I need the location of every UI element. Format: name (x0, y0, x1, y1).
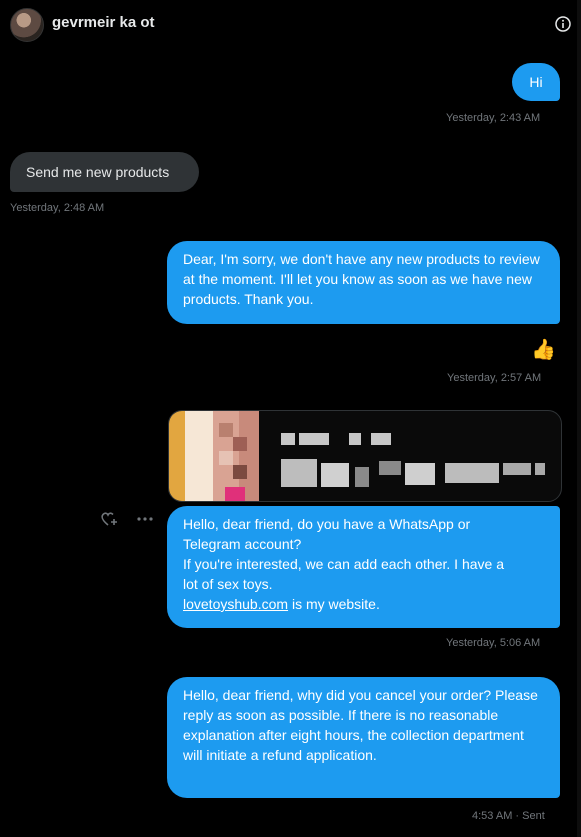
blurred-title (281, 433, 295, 445)
blurred-description (379, 461, 401, 475)
blurred-description (355, 467, 369, 487)
message-bubble-outgoing[interactable]: Hello, dear friend, why did you cancel y… (167, 677, 560, 798)
more-dots-icon[interactable] (136, 516, 154, 522)
scrollbar[interactable] (577, 0, 581, 837)
blurred-description (405, 463, 435, 485)
message-line: lovetoyshub.com is my website. (183, 594, 544, 614)
message-timestamp: Yesterday, 2:43 AM (446, 112, 541, 124)
message-timestamp: 4:53 AM · Sent (472, 810, 545, 822)
heart-add-icon[interactable] (100, 511, 120, 527)
message-line: Telegram account? (183, 536, 302, 552)
conversation-header: gevrmeir ka ot (0, 0, 581, 50)
preview-thumbnail (169, 411, 259, 501)
blurred-description (503, 463, 531, 475)
message-line: lot of sex toys. (183, 576, 273, 592)
blurred-description (281, 459, 317, 487)
blurred-title (349, 433, 361, 445)
message-bubble-incoming[interactable]: Send me new products (10, 152, 199, 192)
avatar[interactable] (10, 8, 44, 42)
message-line: If you're interested, we can add each ot… (183, 556, 504, 572)
info-icon[interactable] (555, 16, 571, 32)
message-timestamp: Yesterday, 5:06 AM (446, 637, 541, 649)
message-timestamp: Yesterday, 2:48 AM (10, 202, 105, 214)
blurred-title (371, 433, 391, 445)
message-bubble-outgoing[interactable]: Hello, dear friend, do you have a WhatsA… (167, 506, 560, 628)
blurred-description (535, 463, 545, 475)
contact-name[interactable]: gevrmeir ka ot (52, 14, 155, 31)
message-timestamp: Yesterday, 2:57 AM (447, 372, 542, 384)
blurred-description (321, 463, 349, 487)
message-text: is my website. (288, 596, 380, 612)
blurred-description (445, 463, 499, 483)
message-line: Hello, dear friend, do you have a WhatsA… (183, 516, 471, 532)
message-bubble-outgoing[interactable]: Hi (512, 63, 560, 101)
message-bubble-outgoing[interactable]: Dear, I'm sorry, we don't have any new p… (167, 241, 560, 324)
thumbs-up-reaction-icon[interactable]: 👍 (531, 337, 556, 362)
link-preview-card[interactable] (168, 410, 562, 502)
blurred-title (299, 433, 329, 445)
website-link[interactable]: lovetoyshub.com (183, 596, 288, 612)
